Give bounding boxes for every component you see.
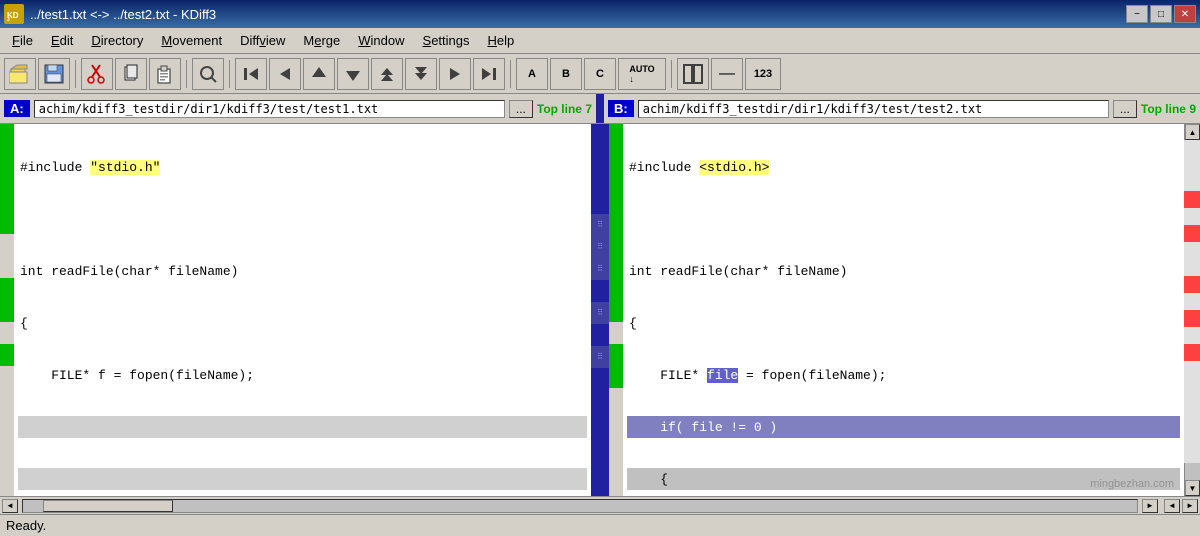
line-item: FILE* f = fopen(fileName); [18, 364, 587, 386]
file-path-b[interactable] [638, 100, 1109, 118]
bottom-scrollbar: ◄ ► ◄ ► [0, 496, 1200, 514]
status-bar: Ready. [0, 514, 1200, 536]
hscroll-track[interactable] [22, 499, 1138, 513]
vscrollbar: ▲ [1184, 124, 1200, 496]
open-button[interactable] [4, 58, 36, 90]
choose-b-button[interactable]: B [550, 58, 582, 90]
svg-text:3: 3 [7, 17, 10, 23]
cut-button[interactable] [81, 58, 113, 90]
diff-wrapper: #include "stdio.h" int readFile(char* fi… [0, 124, 1200, 496]
scroll-right2-button[interactable]: ► [1182, 499, 1198, 513]
scroll-left-button[interactable]: ◄ [2, 499, 18, 513]
choose-a-button[interactable]: A [516, 58, 548, 90]
title-bar-left: KD 3 ../test1.txt <-> ../test2.txt - KDi… [4, 4, 216, 24]
menu-file[interactable]: File [4, 31, 41, 50]
line-item: #include "stdio.h" [18, 156, 587, 178]
line-item [18, 208, 587, 230]
copy-button[interactable] [115, 58, 147, 90]
topline-a: Top line 7 [537, 102, 592, 116]
pane-b-container: #include <stdio.h> int readFile(char* fi… [609, 124, 1200, 496]
overview-map [1184, 140, 1200, 480]
last-diff-button[interactable] [473, 58, 505, 90]
scroll-up-button[interactable]: ▲ [1185, 124, 1200, 140]
line-item: { [627, 468, 1180, 490]
line-item: int readFile(char* fileName) [18, 260, 587, 282]
menu-directory[interactable]: Directory [83, 31, 151, 50]
line-item: int readFile(char* fileName) [627, 260, 1180, 282]
toolbar-separator-2 [186, 60, 187, 88]
close-button[interactable]: ✕ [1174, 5, 1196, 23]
paste-button[interactable] [149, 58, 181, 90]
line-item: { [627, 312, 1180, 334]
toolbar-separator-1 [75, 60, 76, 88]
up-small-button[interactable] [371, 58, 403, 90]
down-button[interactable] [337, 58, 369, 90]
file-bar-b: B: ... Top line 9 [604, 94, 1200, 123]
line-item [627, 208, 1180, 230]
choose-c-button[interactable]: C [584, 58, 616, 90]
toolbar: A B C AUTO↓ — 123 [0, 54, 1200, 94]
line-item [18, 416, 587, 438]
toolbar-separator-3 [229, 60, 230, 88]
scroll-down-button[interactable]: ▼ [1185, 480, 1200, 496]
line-item: if( file != 0 ) [627, 416, 1180, 438]
title-bar: KD 3 ../test1.txt <-> ../test2.txt - KDi… [0, 0, 1200, 28]
up-button[interactable] [303, 58, 335, 90]
divider-markers: ⠿ ⠿ ⠿ ⠿ ⠿ [591, 126, 609, 390]
line-item: FILE* file = fopen(fileName); [627, 364, 1180, 386]
file-bars: A: ... Top line 7 B: ... Top line 9 [0, 94, 1200, 124]
menu-movement[interactable]: Movement [153, 31, 230, 50]
minimize-button[interactable]: − [1126, 5, 1148, 23]
menu-merge[interactable]: Merge [295, 31, 348, 50]
window-title: ../test1.txt <-> ../test2.txt - KDiff3 [30, 7, 216, 22]
hscroll-right-controls: ◄ ► [1164, 499, 1198, 513]
first-diff-button[interactable] [235, 58, 267, 90]
toolbar-separator-5 [671, 60, 672, 88]
file-browse-a[interactable]: ... [509, 100, 533, 118]
split-view-button[interactable] [677, 58, 709, 90]
menu-help[interactable]: Help [480, 31, 523, 50]
main-content: File Edit Directory Movement Diffview Me… [0, 28, 1200, 536]
search-button[interactable] [192, 58, 224, 90]
file-path-a[interactable] [34, 100, 505, 118]
line-wrap-button[interactable]: — [711, 58, 743, 90]
file-browse-b[interactable]: ... [1113, 100, 1137, 118]
pane-divider [596, 94, 604, 123]
status-text: Ready. [6, 518, 46, 533]
menu-bar: File Edit Directory Movement Diffview Me… [0, 28, 1200, 54]
scroll-left2-button[interactable]: ◄ [1164, 499, 1180, 513]
menu-edit[interactable]: Edit [43, 31, 81, 50]
menu-settings[interactable]: Settings [415, 31, 478, 50]
gutter-b [609, 124, 623, 496]
save-button[interactable] [38, 58, 70, 90]
file-label-a: A: [4, 100, 30, 117]
maximize-button[interactable]: □ [1150, 5, 1172, 23]
auto-merge-button[interactable]: AUTO↓ [618, 58, 666, 90]
window-controls: − □ ✕ [1126, 5, 1196, 23]
file-bar-a: A: ... Top line 7 [0, 94, 596, 123]
line-count-display: 123 [745, 58, 781, 90]
next-diff-button[interactable] [439, 58, 471, 90]
diff-pane-b[interactable]: #include <stdio.h> int readFile(char* fi… [623, 124, 1184, 496]
gutter-a [0, 124, 14, 496]
menu-diffview[interactable]: Diffview [232, 31, 293, 50]
topline-b: Top line 9 [1141, 102, 1196, 116]
file-label-b: B: [608, 100, 634, 117]
scroll-right-button[interactable]: ► [1142, 499, 1158, 513]
vscroll-track [1185, 140, 1200, 480]
line-item [18, 468, 587, 490]
down-small-button[interactable] [405, 58, 437, 90]
menu-window[interactable]: Window [350, 31, 412, 50]
toolbar-separator-4 [510, 60, 511, 88]
diff-pane-a[interactable]: #include "stdio.h" int readFile(char* fi… [14, 124, 591, 496]
center-divider: ⠿ ⠿ ⠿ ⠿ ⠿ [591, 124, 609, 496]
hscroll-thumb[interactable] [43, 500, 173, 512]
app-icon: KD 3 [4, 4, 24, 24]
line-item: #include <stdio.h> [627, 156, 1180, 178]
prev-diff-button[interactable] [269, 58, 301, 90]
line-item: { [18, 312, 587, 334]
pane-a-container: #include "stdio.h" int readFile(char* fi… [0, 124, 591, 496]
